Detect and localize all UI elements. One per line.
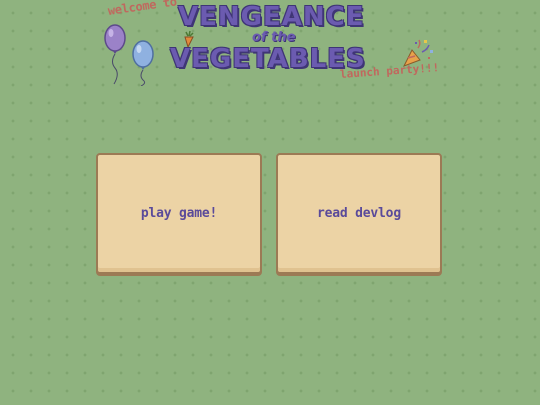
title-line-1: VENGEANCE bbox=[178, 2, 365, 32]
play-game-label: play game! bbox=[140, 206, 218, 221]
welcome-text: welcome to bbox=[107, 0, 178, 18]
play-game-button[interactable]: play game! bbox=[96, 153, 262, 274]
read-devlog-label: read devlog bbox=[317, 206, 401, 221]
title-line-2: VEGETABLES bbox=[170, 44, 366, 74]
balloon-blue-icon bbox=[132, 40, 154, 86]
read-devlog-button[interactable]: read devlog bbox=[276, 153, 442, 274]
title-of-the: of the bbox=[252, 30, 296, 45]
header: welcome to VENGEANCE of the VEGETABLES l… bbox=[0, 0, 540, 100]
balloon-purple-icon bbox=[104, 24, 126, 85]
